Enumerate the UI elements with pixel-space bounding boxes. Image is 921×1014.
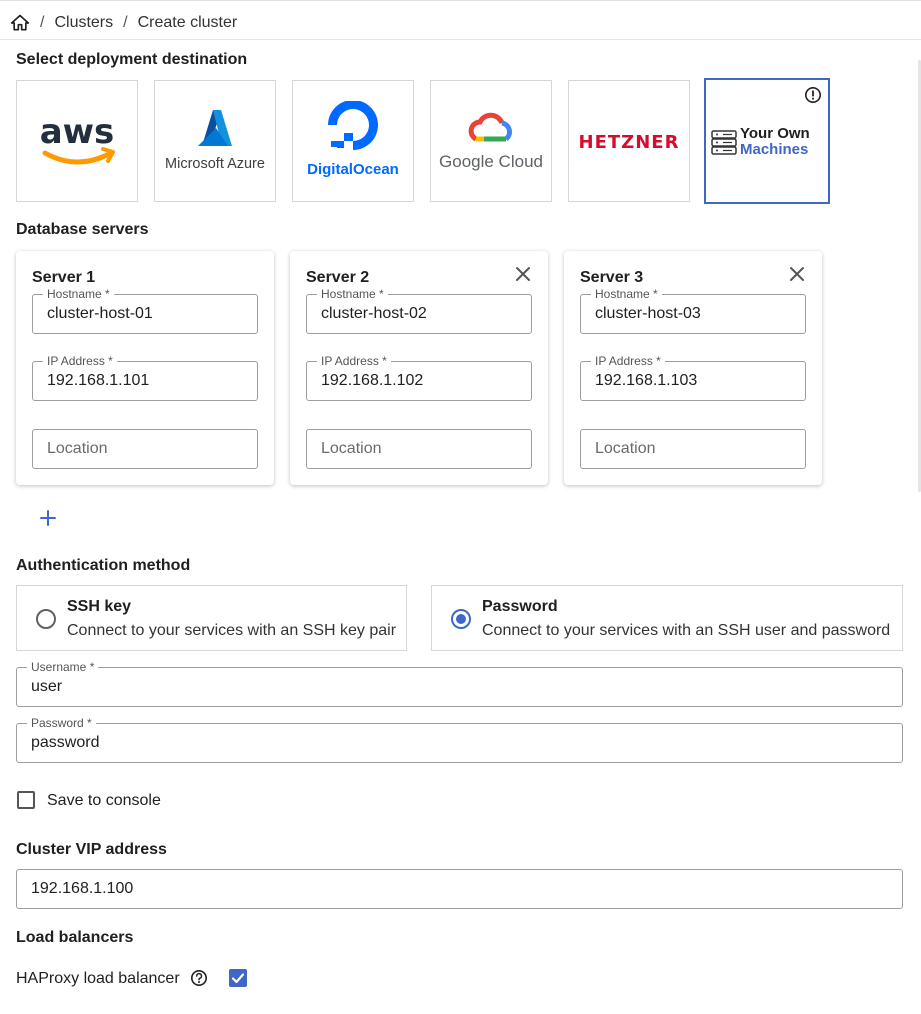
hetzner-logo: HETZNER bbox=[579, 132, 680, 153]
breadcrumb-separator: / bbox=[40, 14, 45, 31]
server-title: Server 1 bbox=[32, 269, 96, 286]
hostname-field: Hostname * bbox=[580, 287, 806, 334]
provider-digitalocean[interactable]: DigitalOcean bbox=[292, 80, 414, 202]
google-cloud-logo: Google Cloud bbox=[439, 112, 543, 171]
location-field bbox=[306, 429, 532, 469]
breadcrumb: / Clusters / Create cluster bbox=[10, 12, 237, 34]
ip-address-input[interactable] bbox=[307, 362, 531, 400]
password-radio[interactable] bbox=[451, 609, 471, 629]
location-field bbox=[32, 429, 258, 469]
vip-title: Cluster VIP address bbox=[16, 841, 167, 858]
own-machines-label-line1: Your Own bbox=[740, 125, 810, 142]
ip-address-input[interactable] bbox=[581, 362, 805, 400]
location-input[interactable] bbox=[33, 430, 257, 468]
digitalocean-logo: DigitalOcean bbox=[307, 101, 399, 178]
password-option-description: Connect to your services with an SSH use… bbox=[482, 622, 891, 639]
ssh-key-title: SSH key bbox=[67, 598, 132, 615]
servers-title: Database servers bbox=[16, 221, 149, 238]
breadcrumb-divider bbox=[0, 39, 921, 40]
provider-hetzner[interactable]: HETZNER bbox=[568, 80, 690, 202]
breadcrumb-clusters[interactable]: Clusters bbox=[54, 14, 113, 32]
close-icon[interactable] bbox=[514, 265, 532, 283]
ssh-key-radio[interactable] bbox=[36, 609, 56, 629]
password-option-title: Password bbox=[482, 598, 558, 615]
hostname-input[interactable] bbox=[581, 295, 805, 333]
provider-aws[interactable]: aws bbox=[16, 80, 138, 202]
breadcrumb-separator: / bbox=[123, 14, 128, 31]
auth-option-ssh-key[interactable]: SSH key Connect to your services with an… bbox=[16, 585, 407, 651]
aws-logo: aws bbox=[40, 112, 115, 165]
location-input[interactable] bbox=[581, 430, 805, 468]
username-field: Username * bbox=[16, 660, 903, 707]
auth-title: Authentication method bbox=[16, 557, 191, 574]
server-rack-icon bbox=[711, 130, 737, 155]
server-title: Server 2 bbox=[306, 269, 370, 286]
hetzner-logo-text: HETZNER bbox=[579, 132, 680, 153]
location-field bbox=[580, 429, 806, 469]
deployment-title: Select deployment destination bbox=[16, 51, 248, 68]
info-alert-icon bbox=[804, 86, 822, 109]
own-machines-label-line2: Machines bbox=[740, 141, 808, 158]
vip-address-field bbox=[16, 869, 903, 909]
aws-logo-text: aws bbox=[40, 112, 115, 152]
own-machines-logo: Your Own Machines bbox=[711, 125, 810, 158]
password-field: Password * bbox=[16, 716, 903, 763]
breadcrumb-create-cluster: Create cluster bbox=[137, 14, 238, 31]
haproxy-label: HAProxy load balancer bbox=[16, 970, 180, 987]
ip-address-field: IP Address * bbox=[32, 354, 258, 401]
hostname-input[interactable] bbox=[307, 295, 531, 333]
top-border bbox=[0, 0, 921, 1]
haproxy-checkbox[interactable] bbox=[229, 969, 247, 987]
server-title: Server 3 bbox=[580, 269, 644, 286]
home-icon[interactable] bbox=[10, 13, 30, 33]
add-server-plus-icon[interactable] bbox=[36, 506, 60, 530]
password-input[interactable] bbox=[17, 724, 902, 762]
server-card-2: Server 2 Hostname * IP Address * bbox=[290, 251, 548, 485]
ip-address-field: IP Address * bbox=[306, 354, 532, 401]
digitalocean-logo-text: DigitalOcean bbox=[307, 161, 399, 178]
hostname-input[interactable] bbox=[33, 295, 257, 333]
provider-azure[interactable]: Microsoft Azure bbox=[154, 80, 276, 202]
save-to-console-label: Save to console bbox=[47, 792, 161, 809]
close-icon[interactable] bbox=[788, 265, 806, 283]
azure-logo: Microsoft Azure bbox=[165, 110, 265, 172]
google-cloud-logo-text: Google Cloud bbox=[439, 152, 543, 171]
location-input[interactable] bbox=[307, 430, 531, 468]
ip-address-input[interactable] bbox=[33, 362, 257, 400]
help-circle-icon[interactable] bbox=[190, 969, 208, 987]
ip-address-field: IP Address * bbox=[580, 354, 806, 401]
check-icon bbox=[231, 973, 245, 984]
ssh-key-description: Connect to your services with an SSH key… bbox=[67, 622, 397, 639]
save-to-console-checkbox[interactable] bbox=[17, 791, 35, 809]
load-balancers-title: Load balancers bbox=[16, 929, 134, 946]
hostname-field: Hostname * bbox=[32, 287, 258, 334]
server-card-1: Server 1 Hostname * IP Address * bbox=[16, 251, 274, 485]
username-input[interactable] bbox=[17, 668, 902, 706]
hostname-field: Hostname * bbox=[306, 287, 532, 334]
provider-own-machines[interactable]: Your Own Machines bbox=[704, 78, 830, 204]
provider-google-cloud[interactable]: Google Cloud bbox=[430, 80, 552, 202]
auth-option-password[interactable]: Password Connect to your services with a… bbox=[431, 585, 903, 651]
vip-address-input[interactable] bbox=[17, 870, 902, 908]
server-card-3: Server 3 Hostname * IP Address * bbox=[564, 251, 822, 485]
azure-logo-text: Microsoft Azure bbox=[165, 156, 265, 172]
